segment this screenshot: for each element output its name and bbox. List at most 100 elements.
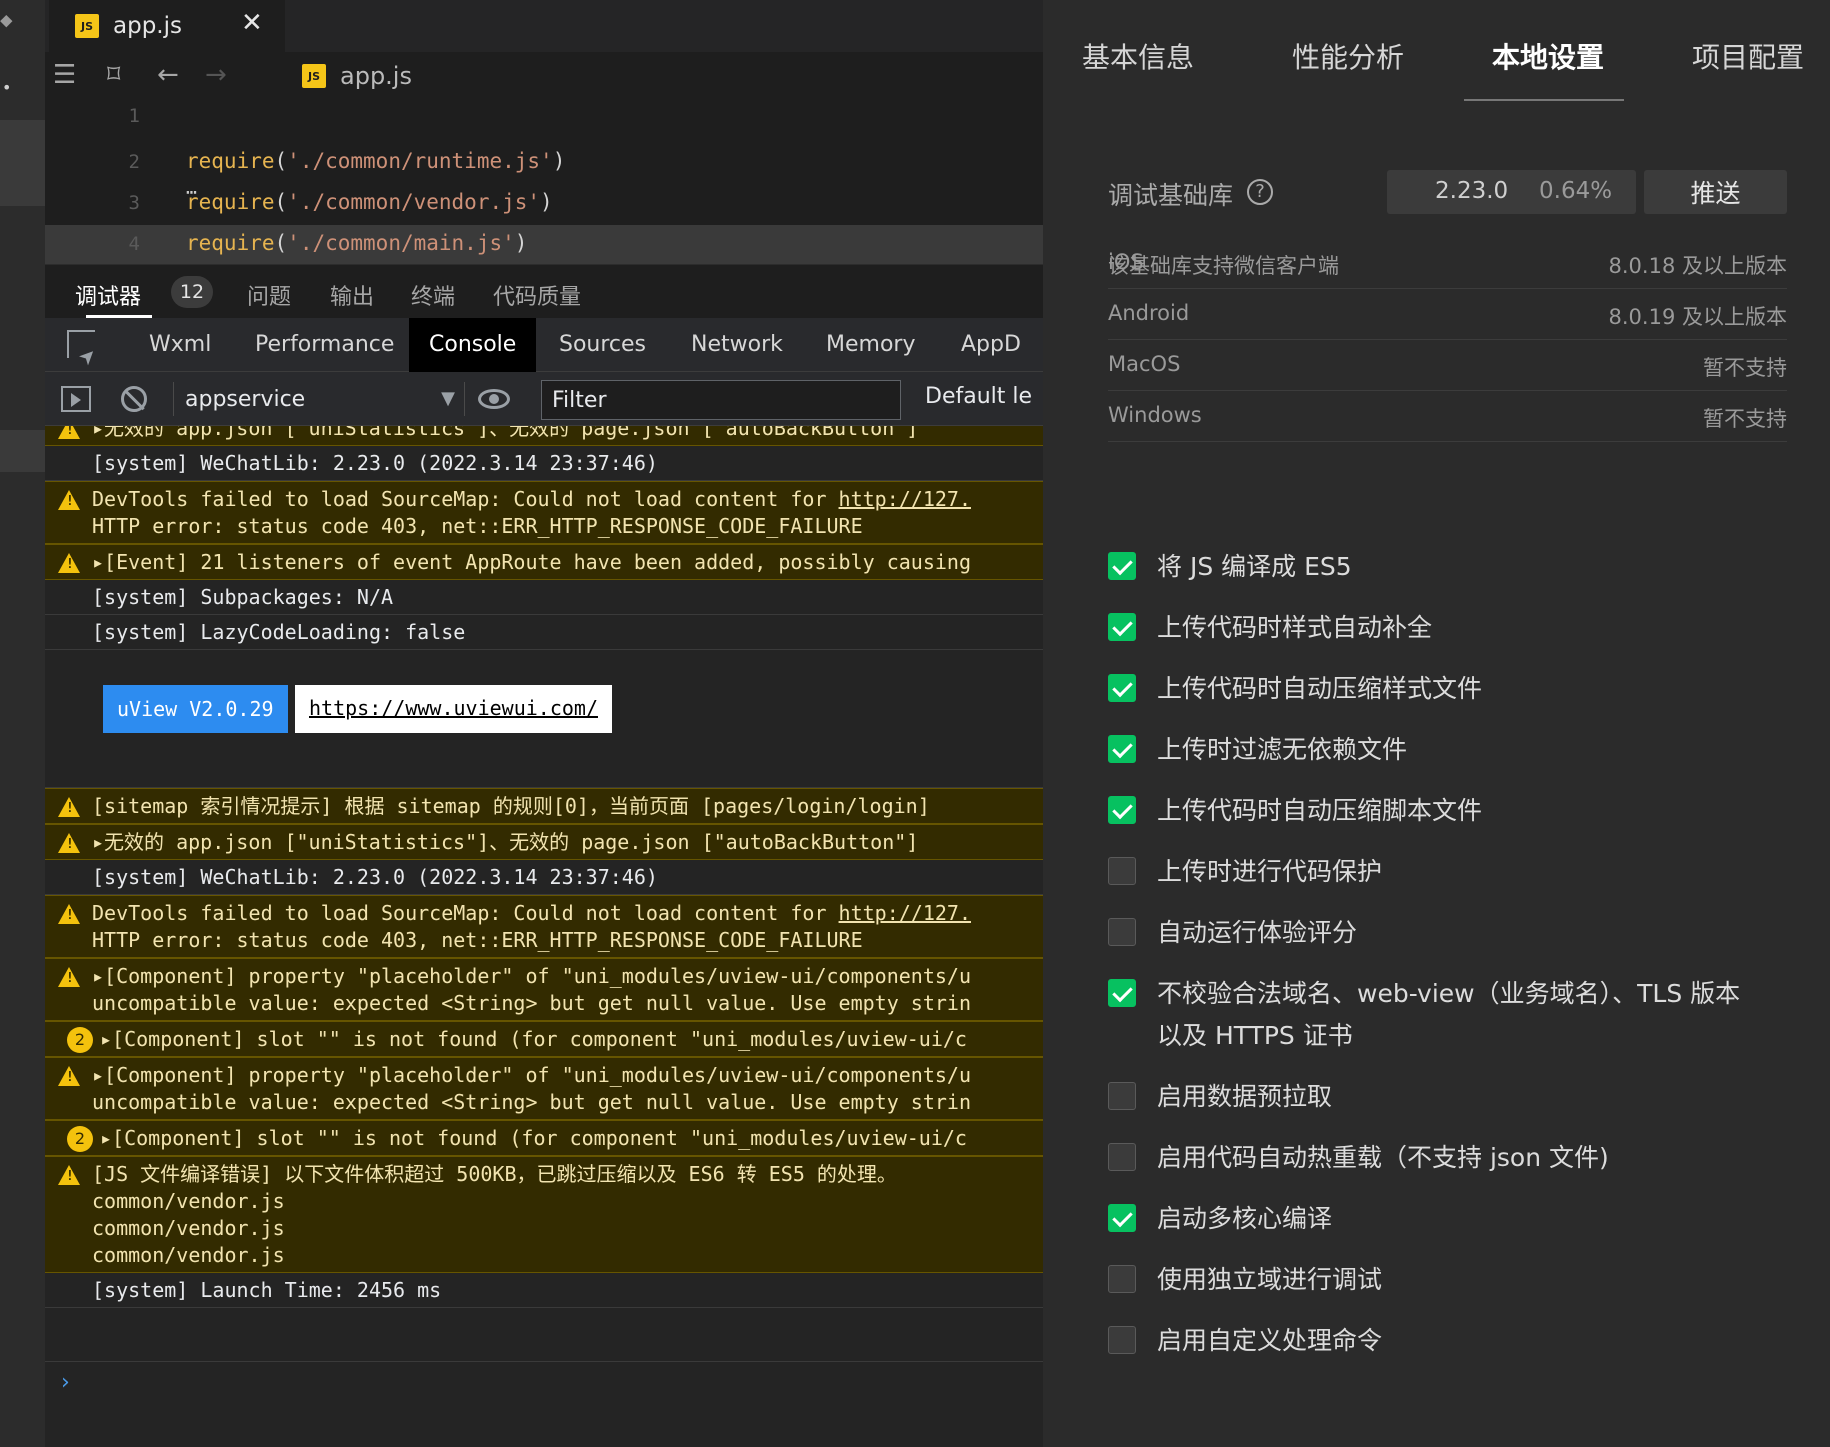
activity-selected-slot[interactable]	[0, 120, 45, 206]
tab-sources[interactable]: Sources	[545, 318, 660, 372]
extension-icon[interactable]: ⬥	[0, 10, 13, 31]
code-line[interactable]: 1	[45, 104, 1043, 143]
console-warning-row[interactable]: [sitemap 索引情况提示] 根据 sitemap 的规则[0]，当前页面 …	[45, 788, 1043, 824]
filter-input[interactable]	[541, 380, 901, 420]
sidebar-toggle-icon[interactable]	[61, 386, 91, 412]
option-checkbox[interactable]	[1108, 796, 1136, 824]
clear-console-icon[interactable]	[121, 386, 147, 412]
panel-tab-bar: 调试器 12 问题 输出 终端 代码质量	[45, 264, 1043, 318]
line-number: 4	[128, 233, 140, 255]
eye-icon[interactable]	[478, 389, 510, 409]
code-line[interactable]: 4 require('./common/main.js')	[45, 225, 1043, 264]
option-checkbox[interactable]	[1108, 857, 1136, 885]
option-checkbox[interactable]	[1108, 674, 1136, 702]
activity-selected-slot-2[interactable]	[0, 430, 45, 472]
tab-memory[interactable]: Memory	[812, 318, 929, 372]
option-checkbox[interactable]	[1108, 1143, 1136, 1171]
log-levels-dropdown[interactable]: Default le	[925, 384, 1032, 409]
platform-name: MacOS	[1108, 352, 1181, 376]
outline-list-icon[interactable]: ☰	[53, 60, 76, 90]
console-log-row[interactable]: [system] WeChatLib: 2.23.0 (2022.3.14 23…	[45, 860, 1043, 895]
console-prompt[interactable]: ›	[45, 1361, 1043, 1447]
console-line: common/vendor.js	[92, 1243, 285, 1267]
console-warning-row[interactable]: ▸[Component] property "placeholder" of "…	[45, 1057, 1043, 1120]
console-line: common/vendor.js	[92, 1216, 285, 1240]
breadcrumb-file: app.js	[340, 62, 412, 90]
console-line: ▸无效的 app.json ["uniStatistics"]、无效的 page…	[92, 830, 919, 854]
console-warning-row[interactable]: 2 ▸[Component] slot "" is not found (for …	[45, 1021, 1043, 1057]
console-warning-row[interactable]: DevTools failed to load SourceMap: Could…	[45, 481, 1043, 544]
code-function: require	[186, 149, 275, 173]
tab-performance-analysis[interactable]: 性能分析	[1292, 36, 1404, 76]
console-line: ▸[Component] slot "" is not found (for c…	[100, 1126, 967, 1150]
console-line: HTTP error: status code 403, net::ERR_HT…	[92, 928, 863, 952]
console-warning-row[interactable]: ▸无效的 app.json ["uniStatistics"]、无效的 page…	[45, 426, 1043, 446]
console-warning-row[interactable]: ▸[Component] property "placeholder" of "…	[45, 958, 1043, 1021]
tab-terminal[interactable]: 终端	[411, 279, 455, 311]
lib-version-select[interactable]: 2.23.0 0.64%	[1387, 170, 1636, 214]
tab-debugger[interactable]: 调试器	[75, 279, 141, 311]
option-checkbox[interactable]	[1108, 735, 1136, 763]
option-checkbox[interactable]	[1108, 552, 1136, 580]
code-paren: (	[274, 149, 288, 173]
sourcemap-link[interactable]: http://127.	[839, 901, 971, 925]
fold-ellipsis-icon[interactable]: ⋯	[186, 182, 197, 203]
code-text: require('./common/main.js')	[186, 231, 527, 255]
tab-code-quality[interactable]: 代码质量	[493, 279, 581, 311]
tab-basic-info[interactable]: 基本信息	[1082, 36, 1194, 76]
repeat-count-badge: 2	[67, 1027, 93, 1053]
breadcrumb[interactable]: JS app.js	[302, 62, 412, 90]
console-log[interactable]: ▸无效的 app.json ["uniStatistics"]、无效的 page…	[45, 426, 1043, 1361]
uview-link[interactable]: https://www.uviewui.com/	[295, 685, 612, 733]
option-checkbox[interactable]	[1108, 979, 1136, 1007]
console-warning-row[interactable]: DevTools failed to load SourceMap: Could…	[45, 895, 1043, 958]
tab-appdata[interactable]: AppD	[947, 318, 1035, 372]
tab-console[interactable]: Console	[409, 318, 537, 372]
console-line: common/vendor.js	[92, 1189, 285, 1213]
platform-support: 8.0.18 及以上版本	[1608, 254, 1787, 278]
forward-arrow-icon[interactable]: →	[205, 60, 227, 90]
option-checkbox[interactable]	[1108, 1326, 1136, 1354]
tab-app-js[interactable]: JS app.js ✕	[49, 0, 285, 52]
sourcemap-link[interactable]: http://127.	[839, 487, 971, 511]
tab-project-config[interactable]: 项目配置	[1692, 36, 1804, 76]
option-checkbox[interactable]	[1108, 1265, 1136, 1293]
line-number: 1	[128, 105, 140, 127]
context-select[interactable]: appservice ▼	[185, 380, 455, 418]
console-log-row[interactable]: [system] WeChatLib: 2.23.0 (2022.3.14 23…	[45, 446, 1043, 481]
more-dot-icon[interactable]: •	[2, 78, 11, 97]
chevron-down-icon: ▼	[441, 388, 455, 409]
option-checkbox[interactable]	[1108, 613, 1136, 641]
tab-output[interactable]: 输出	[330, 279, 374, 311]
option-checkbox[interactable]	[1108, 1082, 1136, 1110]
option-checkbox[interactable]	[1108, 1204, 1136, 1232]
tab-performance[interactable]: Performance	[241, 318, 408, 372]
console-warning-row[interactable]: [JS 文件编译错误] 以下文件体积超过 500KB，已跳过压缩以及 ES6 转…	[45, 1156, 1043, 1273]
warning-icon	[58, 553, 80, 573]
console-log-row[interactable]: [system] LazyCodeLoading: false	[45, 615, 1043, 650]
console-log-row[interactable]: [system] Subpackages: N/A	[45, 580, 1043, 615]
warning-icon	[58, 1165, 80, 1185]
console-line: uncompatible value: expected <String> bu…	[92, 1090, 971, 1114]
help-icon[interactable]: ?	[1247, 179, 1273, 205]
settings-panel: 基本信息 性能分析 本地设置 项目配置 调试基础库 ? 2.23.0 0.64%…	[1043, 0, 1830, 1447]
console-line: ▸[Component] slot "" is not found (for c…	[100, 1027, 967, 1051]
close-icon[interactable]: ✕	[241, 8, 263, 38]
code-string: './common/vendor.js'	[287, 190, 541, 214]
tab-wxml[interactable]: Wxml	[135, 318, 225, 372]
back-arrow-icon[interactable]: ←	[157, 60, 179, 90]
warning-icon	[58, 797, 80, 817]
console-warning-row[interactable]: ▸[Event] 21 listeners of event AppRoute …	[45, 544, 1043, 580]
tab-network[interactable]: Network	[677, 318, 797, 372]
code-editor[interactable]: 1 2 require('./common/runtime.js') 3 require…	[45, 104, 1043, 264]
console-log-row[interactable]: [system] Launch Time: 2456 ms	[45, 1273, 1043, 1308]
console-warning-row[interactable]: 2 ▸[Component] slot "" is not found (for …	[45, 1120, 1043, 1156]
push-button[interactable]: 推送	[1644, 170, 1787, 214]
line-number: 3	[128, 192, 140, 214]
tab-local-settings[interactable]: 本地设置	[1492, 36, 1604, 76]
option-checkbox[interactable]	[1108, 918, 1136, 946]
console-warning-row[interactable]: ▸无效的 app.json ["uniStatistics"]、无效的 page…	[45, 824, 1043, 860]
tab-problems[interactable]: 问题	[247, 279, 291, 311]
bookmark-icon[interactable]: ⌑	[107, 60, 120, 90]
editor-tab-bar: JS app.js ✕	[45, 0, 1043, 52]
